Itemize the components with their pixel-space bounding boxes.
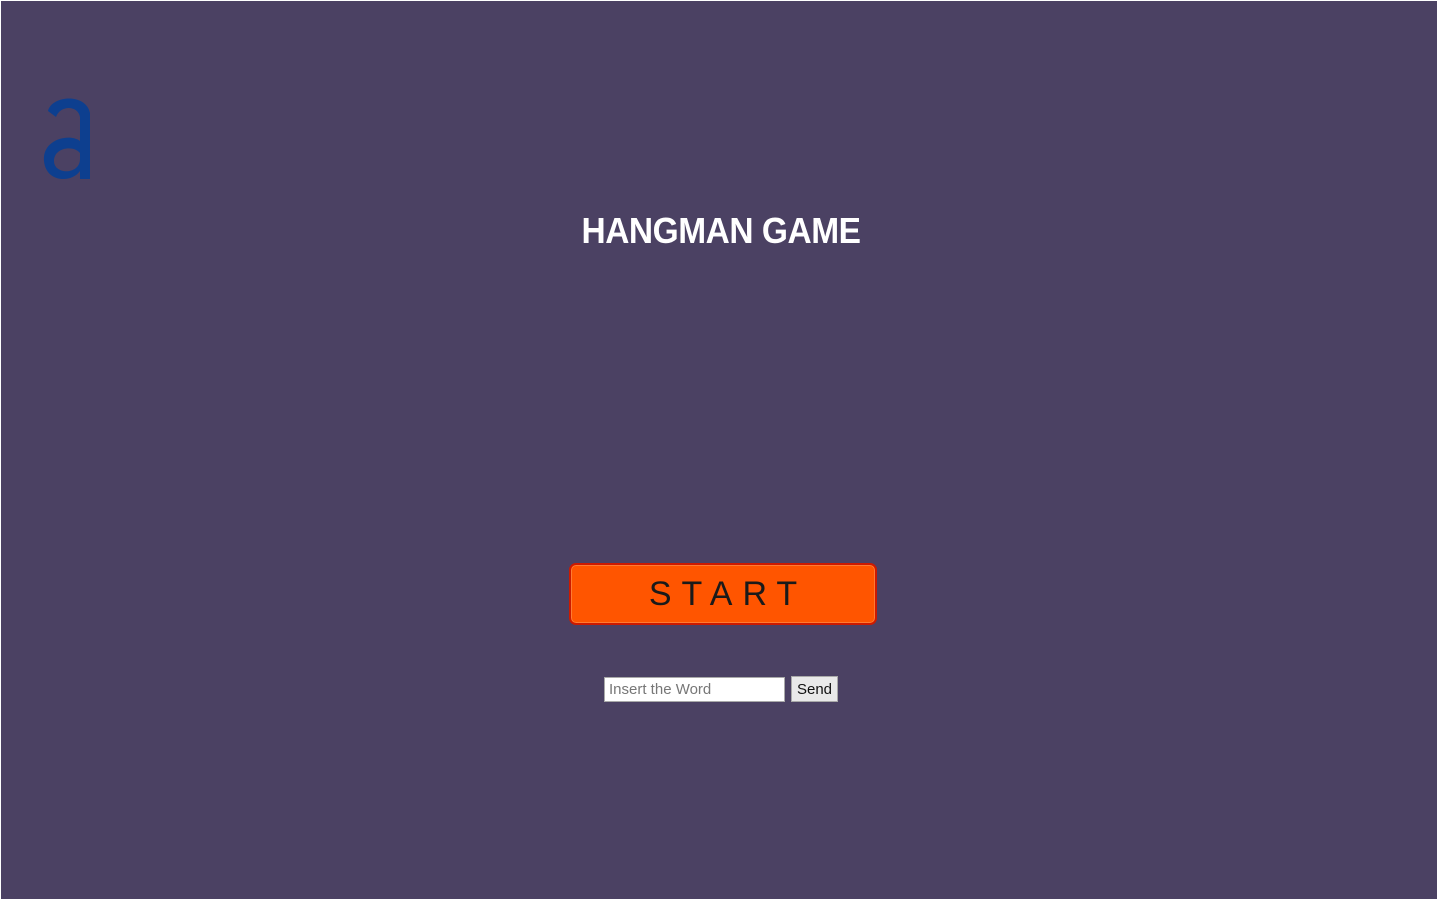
start-button[interactable]: START (569, 563, 877, 625)
word-input[interactable] (604, 676, 785, 702)
game-screen: HANGMAN GAME START Send (1, 1, 1437, 899)
game-title: HANGMAN GAME (581, 210, 861, 251)
letter-a-logo-icon (43, 98, 90, 180)
word-form: Send (604, 676, 838, 702)
send-button[interactable]: Send (791, 676, 838, 702)
